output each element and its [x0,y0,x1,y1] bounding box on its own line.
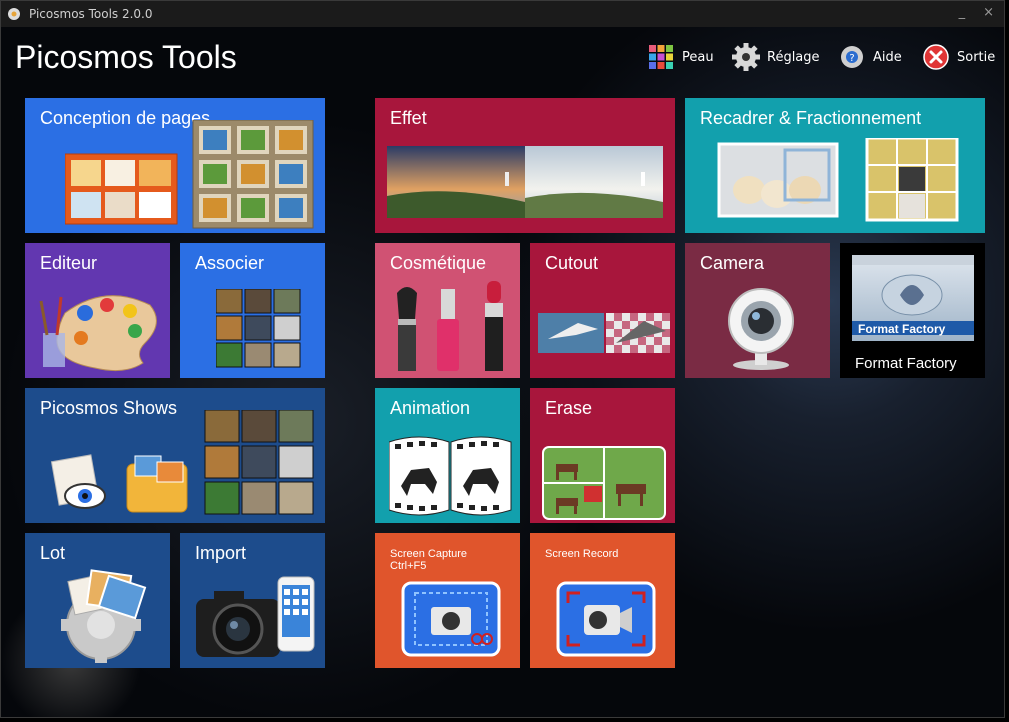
photo-collage-icon [216,289,301,368]
tile-screen-record[interactable]: Screen Record [530,533,675,668]
palette-grid-icon [646,42,676,72]
gear-icon [731,42,761,72]
tile-label: Erase [545,398,593,418]
erase-deer-icon [542,446,666,520]
settings-label: Réglage [767,49,820,65]
svg-text:?: ? [849,53,854,64]
close-window-button[interactable]: × [983,5,994,20]
close-circle-icon [921,42,951,72]
tile-label: Editeur [40,253,98,273]
skin-label: Peau [682,49,714,65]
help-label: Aide [873,49,902,65]
camera-phone-icon [196,576,315,657]
window-title: Picosmos Tools 2.0.0 [29,7,153,21]
makeup-icon [397,281,503,371]
format-factory-logo-text: Format Factory [858,322,946,336]
exit-button[interactable]: Sortie [921,41,995,73]
screen-record-icon [556,581,656,657]
app-window: Picosmos Tools 2.0.0 _ × Picosmos Tools … [0,0,1005,718]
tile-picosmos-shows[interactable]: Picosmos Shows [25,388,325,523]
tile-effet[interactable]: Effet [375,98,675,233]
title-bar: Picosmos Tools 2.0.0 _ × [1,1,1004,27]
tile-label-block: Screen Capture Ctrl+F5 [390,548,467,572]
tile-label: Lot [40,543,66,563]
batch-gear-icon [61,569,147,663]
tile-label: Cosmétique [390,253,487,273]
help-button[interactable]: ? Aide [837,41,902,73]
screen-capture-icon [401,581,501,657]
tile-conception-de-pages[interactable]: Conception de pages [25,98,325,233]
tile-label: Camera [700,253,765,273]
app-logo-text: Picosmos Tools [15,39,237,75]
tile-label: Recadrer & Fractionnement [700,108,922,128]
tile-editeur[interactable]: Editeur [25,243,170,378]
tile-label: Effet [390,108,427,128]
settings-button[interactable]: Réglage [731,41,820,73]
screen-record-label: Screen Record [545,548,619,560]
tile-associer[interactable]: Associer [180,243,325,378]
tile-label: Animation [390,398,471,418]
tile-label: Associer [195,253,265,273]
tile-import[interactable]: Import [180,533,325,668]
tile-screen-capture[interactable]: Screen Capture Ctrl+F5 [375,533,520,668]
format-factory-logo: Format Factory [852,255,974,341]
landscape-effect-icon [387,146,663,218]
tile-camera[interactable]: Camera [685,243,830,378]
tile-format-factory[interactable]: Format Factory Format Factory [840,243,985,378]
app-flower-icon [8,8,20,20]
paint-palette-icon [39,295,157,372]
tile-animation[interactable]: Animation [375,388,520,523]
tile-cosmetique[interactable]: Cosmétique [375,243,520,378]
tile-label: Import [195,543,247,563]
slideshow-icon [50,410,314,515]
cutout-bird-icon [538,313,670,353]
help-gear-icon: ? [837,42,867,72]
tile-cutout[interactable]: Cutout [530,243,675,378]
tile-label: Cutout [545,253,599,273]
tile-lot[interactable]: Lot [25,533,170,668]
crop-split-icon [717,138,959,222]
tile-erase[interactable]: Erase [530,388,675,523]
page-layout-icon [65,120,314,229]
skin-button[interactable]: Peau [646,41,714,73]
exit-label: Sortie [957,49,996,65]
tile-recadrer-fractionnement[interactable]: Recadrer & Fractionnement [685,98,985,233]
film-strip-icon [389,436,512,516]
webcam-icon [728,288,794,370]
screen-capture-label: Screen Capture [390,548,468,560]
minimize-button[interactable]: _ [959,5,966,20]
tile-label: Format Factory [855,355,957,372]
screen-capture-hotkey: Ctrl+F5 [390,560,427,572]
